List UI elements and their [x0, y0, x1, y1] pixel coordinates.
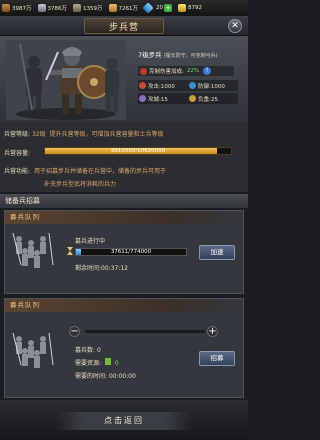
stat-defense: 防御:1000 — [188, 80, 238, 91]
gold-icon — [178, 4, 186, 12]
wood-icon — [2, 4, 10, 12]
barracks-info: 兵营等级: 32级 提升兵营等级，可增加兵营容量和士兵等级 兵营容量: 9810… — [0, 122, 248, 192]
recruit-queue-idle: 募兵队列 − + 募兵数: 0 需要资源: 0 需要的时间: 00:00:00 … — [4, 298, 244, 398]
remaining-time: 剩余时间:00:37:12 — [75, 265, 128, 272]
infantry-portrait — [6, 40, 126, 120]
siege-icon — [139, 95, 146, 102]
infantry-squad-art — [12, 332, 54, 368]
add-gem-button[interactable]: + — [164, 4, 172, 12]
unit-panel: 7级步兵 (擅长防守，可克制弓兵) 克制伤害加成: 22% ! 攻击:1000 … — [0, 36, 248, 122]
gem-icon — [142, 2, 154, 14]
info-icon[interactable]: ! — [203, 67, 212, 75]
recruit-status: 募兵进行中 — [75, 238, 106, 245]
iron-icon — [37, 4, 46, 12]
page-title: 步兵营 — [108, 23, 139, 33]
barracks-function-row: 兵营功能: 用于招募步兵并储备在兵营中，储备的步兵可用于 — [4, 168, 166, 175]
infantry-squad-art — [12, 232, 54, 268]
resource-wood[interactable]: 3987万 — [2, 4, 32, 12]
hourglass-icon — [67, 247, 73, 255]
counter-icon — [140, 67, 147, 75]
attack-icon — [139, 82, 146, 89]
queue-title: 募兵队列 — [5, 211, 243, 224]
stat-attack: 攻击:1000 — [138, 80, 188, 91]
increase-button[interactable]: + — [207, 326, 218, 337]
close-button[interactable]: ✕ — [228, 19, 242, 33]
defense-icon — [189, 82, 196, 89]
resource-iron[interactable]: 3786万 — [37, 4, 67, 12]
recruit-progress-text: 37611/774000 — [110, 249, 152, 255]
queue-title: 募兵队列 — [5, 299, 243, 312]
food-icon — [104, 358, 111, 365]
stat-load: 负重:25 — [188, 93, 238, 104]
stone-icon — [73, 4, 81, 12]
barracks-capacity-label: 兵营容量: — [4, 150, 31, 157]
resource-bar: 3987万 3786万 1359万 7261万 20 + 8792 — [0, 0, 248, 16]
barracks-function-line2: 补充步兵型武将消耗的兵力 — [44, 181, 117, 188]
barracks-level-row: 兵营等级: 32级 提升兵营等级，可增加兵营容量和士兵等级 — [4, 131, 164, 138]
recruit-button[interactable]: 招募 — [199, 351, 235, 366]
page-header: 步兵营 ✕ — [0, 16, 248, 36]
load-icon — [189, 95, 196, 102]
resource-food[interactable]: 7261万 — [108, 4, 138, 12]
decrease-button[interactable]: − — [69, 326, 80, 337]
counter-bonus: 克制伤害加成: 22% ! — [138, 66, 234, 76]
required-time: 需要的时间: 00:00:00 — [75, 373, 136, 380]
food-icon — [108, 4, 117, 12]
resource-gem[interactable]: 20 + — [142, 2, 172, 14]
unit-stats: 攻击:1000 防御:1000 攻城:15 负重:25 — [138, 80, 238, 104]
resource-gold[interactable]: 8792 — [178, 4, 202, 12]
resource-stone[interactable]: 1359万 — [73, 4, 103, 12]
recruit-progress-bar: 37611/774000 — [75, 248, 187, 256]
capacity-bar: 9810000/10620000 — [44, 147, 232, 155]
capacity-text: 9810000/10620000 — [110, 148, 166, 154]
speedup-button[interactable]: 加速 — [199, 245, 235, 260]
stat-siege: 攻城:15 — [138, 93, 188, 104]
footer: 点击返回 — [0, 400, 248, 440]
unit-name: 7级步兵 (擅长防守，可克制弓兵) — [138, 51, 218, 59]
recruit-queue-active: 募兵队列 募兵进行中 37611/774000 剩余时间:00:37:12 加速 — [4, 210, 244, 294]
recruit-slider[interactable] — [85, 330, 205, 333]
required-resources: 需要资源: 0 — [75, 358, 119, 367]
back-button[interactable]: 点击返回 — [56, 412, 192, 430]
recruit-count: 募兵数: 0 — [75, 347, 101, 354]
reserve-section-title: 储备兵招募 — [0, 194, 248, 208]
